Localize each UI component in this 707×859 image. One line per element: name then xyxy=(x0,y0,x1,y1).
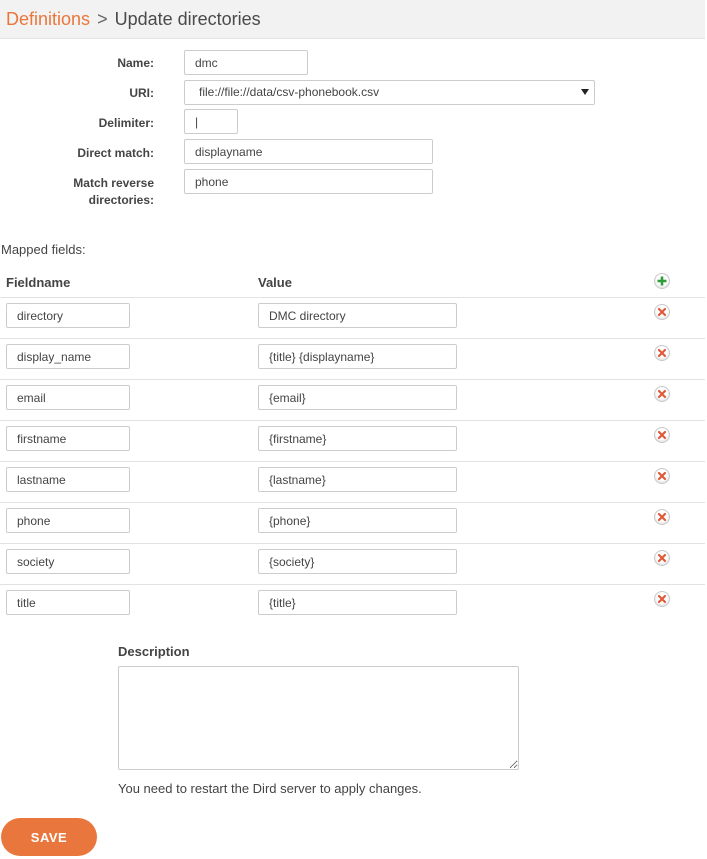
fieldname-input[interactable] xyxy=(6,385,130,410)
x-circle-icon[interactable] xyxy=(654,427,670,443)
breadcrumb: Definitions > Update directories xyxy=(0,0,705,39)
value-input[interactable] xyxy=(258,467,457,492)
table-row-divider xyxy=(0,297,705,298)
fieldname-input[interactable] xyxy=(6,303,130,328)
x-circle-icon[interactable] xyxy=(654,468,670,484)
table-row-divider xyxy=(0,584,705,585)
uri-select[interactable]: file://file://data/csv-phonebook.csv xyxy=(184,80,595,105)
x-circle-icon[interactable] xyxy=(654,386,670,402)
table-row-divider xyxy=(0,461,705,462)
value-input[interactable] xyxy=(258,508,457,533)
table-row-divider xyxy=(0,420,705,421)
restart-notice: You need to restart the Dird server to a… xyxy=(118,781,422,796)
value-input[interactable] xyxy=(258,344,457,369)
direct-match-label: Direct match: xyxy=(77,146,154,160)
description-label: Description xyxy=(118,644,190,659)
breadcrumb-separator: > xyxy=(97,9,108,29)
uri-selected-value: file://file://data/csv-phonebook.csv xyxy=(199,85,380,99)
fieldname-input[interactable] xyxy=(6,508,130,533)
x-circle-icon[interactable] xyxy=(654,345,670,361)
value-input[interactable] xyxy=(258,549,457,574)
save-button[interactable]: SAVE xyxy=(1,818,97,856)
fieldname-input[interactable] xyxy=(6,426,130,451)
name-field[interactable] xyxy=(184,50,308,75)
match-reverse-label-line1: Match reverse xyxy=(73,176,154,190)
match-reverse-label-line2: directories: xyxy=(88,193,154,207)
delimiter-field[interactable] xyxy=(184,109,238,134)
x-circle-icon[interactable] xyxy=(654,550,670,566)
name-label: Name: xyxy=(117,56,154,70)
table-row-divider xyxy=(0,338,705,339)
uri-label: URI: xyxy=(129,86,154,100)
mapped-fields-title: Mapped fields: xyxy=(1,242,86,257)
x-circle-icon[interactable] xyxy=(654,591,670,607)
description-textarea[interactable] xyxy=(118,666,519,770)
direct-match-field[interactable] xyxy=(184,139,433,164)
value-input[interactable] xyxy=(258,590,457,615)
value-column-header: Value xyxy=(258,275,292,290)
fieldname-column-header: Fieldname xyxy=(6,275,71,290)
fieldname-input[interactable] xyxy=(6,590,130,615)
fieldname-input[interactable] xyxy=(6,549,130,574)
caret-down-icon xyxy=(581,89,589,95)
table-row-divider xyxy=(0,379,705,380)
value-input[interactable] xyxy=(258,426,457,451)
table-row-divider xyxy=(0,543,705,544)
delimiter-label: Delimiter: xyxy=(98,116,154,130)
fieldname-input[interactable] xyxy=(6,467,130,492)
value-input[interactable] xyxy=(258,385,457,410)
match-reverse-label: Match reverse directories: xyxy=(4,175,154,209)
fieldname-input[interactable] xyxy=(6,344,130,369)
breadcrumb-definitions-link[interactable]: Definitions xyxy=(6,9,90,29)
page-title: Update directories xyxy=(114,9,261,29)
x-circle-icon[interactable] xyxy=(654,509,670,525)
x-circle-icon[interactable] xyxy=(654,304,670,320)
table-row-divider xyxy=(0,502,705,503)
match-reverse-field[interactable] xyxy=(184,169,433,194)
plus-circle-icon[interactable] xyxy=(654,273,670,289)
value-input[interactable] xyxy=(258,303,457,328)
